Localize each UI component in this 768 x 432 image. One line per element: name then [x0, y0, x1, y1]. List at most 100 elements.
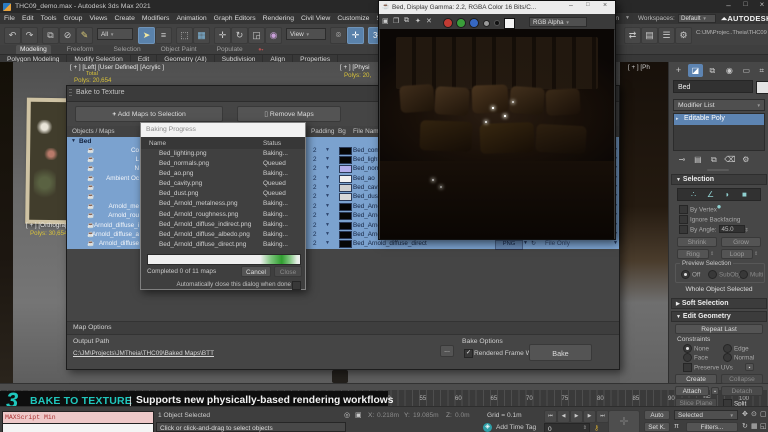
layer-manager-icon[interactable]: ☰ [658, 27, 675, 44]
viewport-label-left[interactable]: [ + ] [Left] [User Defined] [Acrylic ] [70, 64, 164, 71]
border-subobject-icon[interactable]: ◗ [720, 189, 735, 201]
monochrome-channel-icon[interactable] [494, 20, 500, 26]
soft-selection-rollout-header[interactable]: ▶ Soft Selection [671, 298, 767, 309]
rectangular-selection-region-icon[interactable]: ⬚ [176, 27, 193, 44]
close-button[interactable]: × [756, 0, 768, 9]
preview-subobj-radio[interactable] [708, 270, 717, 279]
selection-filter-dropdown[interactable]: All ▼ [97, 28, 133, 40]
padding-caret-icon[interactable]: ▼ [325, 222, 330, 228]
select-and-manipulate-icon[interactable]: ✛ [347, 27, 364, 44]
current-frame-field[interactable]: 0 ⇕ [544, 423, 590, 432]
minimize-button[interactable]: – [722, 1, 735, 10]
progress-row[interactable]: Bed_Arnold_diffuse_indirect.png Baking..… [141, 220, 305, 230]
progress-row[interactable]: Bed_ao.png Baking... [141, 169, 305, 179]
object-name-field[interactable]: Bed [673, 80, 753, 93]
padding-caret-icon[interactable]: ▼ [325, 193, 330, 199]
object-color-swatch[interactable] [756, 81, 768, 94]
unlink-selection-icon[interactable]: ⊘ [59, 27, 76, 44]
by-vertex-checkbox[interactable] [679, 205, 688, 214]
configure-modifier-sets-icon[interactable]: ⚙ [739, 155, 753, 164]
use-pivot-point-icon[interactable]: ⌾ [330, 27, 347, 44]
y-coord-value[interactable]: 19.085m [413, 412, 439, 419]
file-name-value[interactable]: Bed_Arnold_diffuse_direct [353, 240, 427, 247]
frame-spinner[interactable]: ⇕ [583, 425, 587, 431]
rfw-close-icon[interactable]: × [603, 2, 607, 9]
progress-row[interactable]: Bed_Arnold_metalness.png Baking... [141, 199, 305, 209]
rendered-frame-window-checkbox[interactable]: ✓ [464, 349, 473, 358]
padding-caret-icon[interactable]: ▼ [325, 165, 330, 171]
rfw-minimize-icon[interactable]: – [569, 2, 573, 9]
bg-color-swatch[interactable] [339, 212, 352, 221]
constraint-face-radio[interactable] [683, 353, 692, 362]
maximize-viewport-icon[interactable]: ◱ [760, 422, 767, 430]
selection-set-dropdown[interactable]: Selected ▼ [674, 410, 738, 420]
pin-stack-icon[interactable]: ⊸ [675, 155, 689, 164]
output-path-value[interactable]: C:\JM\Projects\JMTheia\THC09\Baked Maps\… [73, 350, 214, 357]
padding-value[interactable]: 2 [313, 231, 317, 238]
close-progress-button[interactable]: Close [274, 266, 302, 277]
bg-color-swatch[interactable] [339, 202, 352, 211]
detach-button[interactable]: Detach [721, 386, 763, 396]
padding-caret-icon[interactable]: ▼ [325, 175, 330, 181]
polygon-subobject-icon[interactable]: ■ [737, 189, 752, 201]
menu-item[interactable]: Tools [41, 15, 57, 22]
bg-color-swatch[interactable] [339, 221, 352, 230]
key-filters-button[interactable]: Filters... [686, 422, 738, 432]
loop-button[interactable]: Loop [721, 249, 753, 259]
edge-subobject-icon[interactable]: ∠ [703, 189, 718, 201]
preview-off-radio[interactable] [681, 270, 690, 279]
auto-key-button[interactable]: Auto [644, 410, 670, 420]
background-color-swatch[interactable] [504, 17, 515, 29]
refresh-icon[interactable]: ↻ [531, 240, 536, 247]
display-tab-icon[interactable]: ▭ [739, 64, 754, 77]
ring-spinner[interactable]: ⇕ [710, 251, 714, 257]
format-dropdown[interactable]: PNG [495, 240, 523, 250]
isolate-selection-toggle-icon[interactable]: ◎ [344, 411, 350, 419]
progress-row[interactable]: Bed_normals.png Queued [141, 159, 305, 169]
progress-row[interactable]: Bed_lighting.png Baking... [141, 149, 305, 159]
mirror-icon[interactable]: ⇄ [624, 27, 641, 44]
menu-item[interactable]: Modifiers [142, 15, 170, 22]
col-padding[interactable]: Padding [311, 128, 334, 135]
rendered-image[interactable] [380, 29, 614, 239]
save-image-icon[interactable]: ▣ [382, 17, 389, 25]
menu-item[interactable]: Animation [176, 15, 206, 22]
create-button[interactable]: Create [675, 374, 717, 384]
progress-row[interactable]: Bed_Arnold_roughness.png Baking... [141, 210, 305, 220]
green-channel-icon[interactable] [456, 18, 466, 28]
padding-value[interactable]: 2 [313, 212, 317, 219]
col-objects-maps[interactable]: Objects / Maps [72, 128, 115, 135]
select-by-name-icon[interactable]: ≡ [155, 27, 172, 44]
key-mode-icon[interactable]: ⚷ [594, 424, 599, 432]
bake-button[interactable]: Bake [529, 344, 592, 361]
bg-color-swatch[interactable] [339, 165, 352, 174]
menu-item[interactable]: Create [114, 15, 134, 22]
remove-modifier-icon[interactable]: ⌫ [723, 155, 737, 164]
pan-view-icon[interactable]: ✥ [742, 410, 748, 418]
padding-value[interactable]: 2 [313, 222, 317, 229]
by-angle-checkbox[interactable] [679, 225, 688, 234]
set-key-button[interactable]: Set K. [644, 422, 670, 432]
clear-image-icon[interactable]: ✕ [426, 17, 432, 25]
select-link-icon[interactable]: ⧉ [42, 27, 59, 44]
padding-caret-icon[interactable]: ▼ [325, 231, 330, 237]
menu-item[interactable]: Customize [337, 15, 369, 22]
utilities-tab-icon[interactable]: ⌗ [756, 64, 768, 77]
motion-tab-icon[interactable]: ◉ [722, 64, 737, 77]
go-to-start-icon[interactable]: ⏮ [544, 410, 557, 423]
workspace-dropdown[interactable]: Default ▼ [678, 13, 716, 23]
progress-row[interactable]: Bed_Arnold_diffuse_direct.png Baking... [141, 240, 305, 250]
loop-spinner[interactable]: ⇕ [754, 251, 758, 257]
padding-value[interactable]: 2 [313, 165, 317, 172]
cancel-button[interactable]: Cancel [241, 266, 271, 277]
select-and-scale-icon[interactable]: ◲ [248, 27, 265, 44]
channel-display-dropdown[interactable]: RGB Alpha ▼ [529, 16, 587, 27]
modifier-stack-row[interactable]: ▸ Editable Poly [674, 114, 764, 125]
bg-color-swatch[interactable] [339, 155, 352, 164]
bind-to-space-warp-icon[interactable]: ✎ [76, 27, 93, 44]
edit-geometry-rollout-header[interactable]: ▼ Edit Geometry [671, 311, 767, 322]
red-channel-icon[interactable] [443, 18, 453, 28]
play-icon[interactable]: ▶ [570, 410, 583, 423]
zoom-view-icon[interactable]: ⊙ [751, 410, 757, 418]
padding-value[interactable]: 2 [313, 184, 317, 191]
